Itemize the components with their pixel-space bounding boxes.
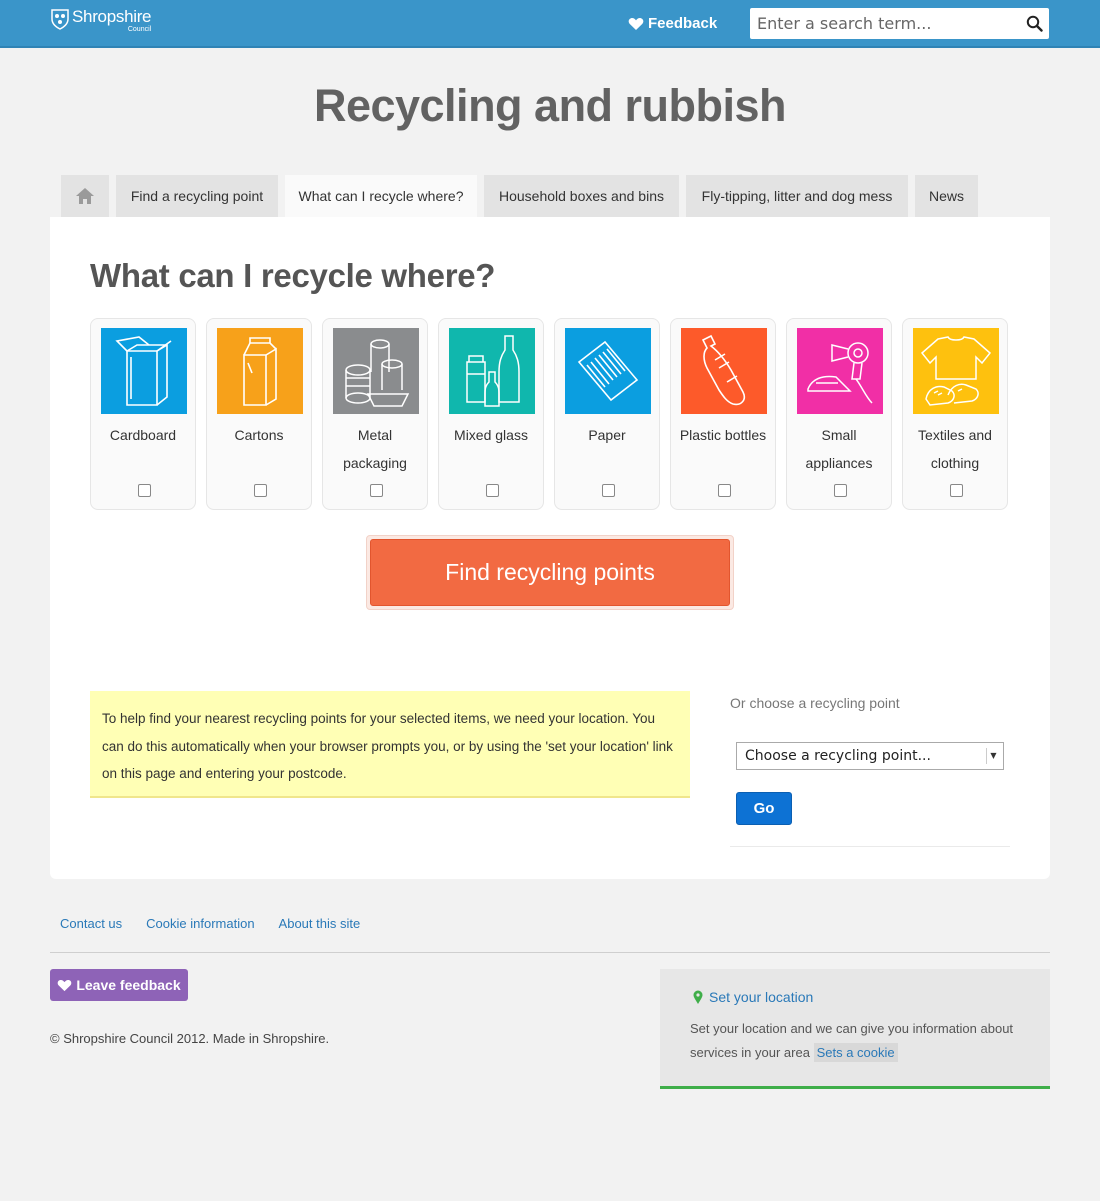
section-title: What can I recycle where? [90, 257, 496, 294]
checkbox-cartons[interactable] [254, 484, 267, 497]
textiles-clothing-tile [913, 328, 999, 414]
glass-bottles-icon [466, 335, 520, 407]
item-label: Mixed glass [454, 427, 528, 443]
item-cartons[interactable]: Cartons [206, 318, 312, 510]
checkbox-cardboard[interactable] [138, 484, 151, 497]
checkbox-mixed-glass[interactable] [486, 484, 499, 497]
logo-subtext: Council [127, 26, 152, 33]
item-label: Small appliances [805, 427, 873, 471]
main-card: What can I recycle where? Cardboard Cart… [50, 217, 1050, 879]
mixed-glass-tile [449, 328, 535, 414]
contact-us-link[interactable]: Contact us [60, 916, 122, 931]
search-box [750, 8, 1049, 39]
recycling-point-select[interactable]: Choose a recycling point... ▼ [736, 742, 1004, 770]
find-button-frame: Find recycling points [366, 535, 734, 610]
select-value: Choose a recycling point... [745, 748, 931, 764]
feedback-link[interactable]: Feedback [628, 15, 717, 32]
set-location-description: Set your location and we can give you in… [690, 1017, 1035, 1065]
item-cardboard[interactable]: Cardboard [90, 318, 196, 510]
item-mixed-glass[interactable]: Mixed glass [438, 318, 544, 510]
set-location-panel: Set your location Set your location and … [660, 969, 1050, 1089]
appliances-icon [807, 342, 873, 404]
about-this-site-link[interactable]: About this site [279, 916, 361, 931]
item-label: Textiles and clothing [918, 427, 992, 471]
choose-recycling-point-label: Or choose a recycling point [730, 695, 900, 711]
section-tabs: Find a recycling point What can I recycl… [61, 175, 985, 217]
location-notice: To help find your nearest recycling poin… [90, 691, 690, 798]
plastic-bottles-tile [681, 328, 767, 414]
clothing-icon [920, 336, 992, 406]
item-label: Plastic bottles [679, 427, 767, 443]
footer-links: Contact us Cookie information About this… [60, 916, 384, 931]
item-small-appliances[interactable]: Small appliances [786, 318, 892, 510]
tab-find-recycling-point[interactable]: Find a recycling point [116, 175, 278, 217]
small-appliances-tile [797, 328, 883, 414]
item-label: Cartons [234, 427, 284, 443]
paper-icon [577, 340, 639, 402]
top-bar: Shropshire Council Feedback [0, 0, 1100, 48]
cookie-information-link[interactable]: Cookie information [146, 916, 254, 931]
leave-feedback-button[interactable]: Leave feedback [50, 969, 188, 1001]
divider [730, 846, 1010, 847]
heart-icon [58, 979, 72, 991]
checkbox-plastic-bottles[interactable] [718, 484, 731, 497]
copyright: © Shropshire Council 2012. Made in Shrop… [50, 1031, 330, 1046]
tab-household-boxes[interactable]: Household boxes and bins [484, 175, 679, 217]
checkbox-metal-packaging[interactable] [370, 484, 383, 497]
footer-divider [50, 952, 1050, 953]
cardboard-box-icon [115, 336, 172, 406]
logo-text: Shropshire [72, 7, 152, 26]
plastic-bottle-icon [701, 334, 746, 406]
council-crest-icon [51, 9, 69, 30]
sets-cookie-link[interactable]: Sets a cookie [813, 1043, 898, 1062]
tab-news[interactable]: News [915, 175, 978, 217]
item-label: Cardboard [109, 427, 177, 443]
search-icon[interactable] [1026, 15, 1043, 32]
go-button[interactable]: Go [736, 792, 792, 825]
home-icon [76, 188, 94, 204]
carton-icon [243, 337, 277, 406]
checkbox-textiles-clothing[interactable] [950, 484, 963, 497]
item-textiles-clothing[interactable]: Textiles and clothing [902, 318, 1008, 510]
set-location-label: Set your location [709, 989, 814, 1005]
cardboard-tile [101, 328, 187, 414]
checkbox-paper[interactable] [602, 484, 615, 497]
tab-home[interactable] [61, 175, 109, 217]
item-metal-packaging[interactable]: Metal packaging [322, 318, 428, 510]
set-location-link[interactable]: Set your location [693, 989, 813, 1005]
map-pin-icon [693, 990, 703, 1004]
checkbox-small-appliances[interactable] [834, 484, 847, 497]
item-label: Paper [588, 427, 626, 443]
item-plastic-bottles[interactable]: Plastic bottles [670, 318, 776, 510]
cartons-tile [217, 328, 303, 414]
leave-feedback-label: Leave feedback [76, 977, 181, 993]
metal-packaging-tile [333, 328, 419, 414]
recycle-items: Cardboard Cartons Metal packaging Mixed … [90, 318, 1018, 510]
find-recycling-points-button[interactable]: Find recycling points [370, 539, 730, 606]
shropshire-council-logo[interactable]: Shropshire Council [50, 7, 152, 33]
dropdown-arrow-icon: ▼ [986, 748, 1000, 764]
tab-what-can-i-recycle[interactable]: What can I recycle where? [285, 175, 477, 217]
cans-icon [345, 339, 410, 407]
page-title: Recycling and rubbish [313, 80, 787, 131]
feedback-label: Feedback [648, 15, 718, 32]
tab-fly-tipping[interactable]: Fly-tipping, litter and dog mess [686, 175, 908, 217]
search-input[interactable] [750, 8, 1010, 39]
item-paper[interactable]: Paper [554, 318, 660, 510]
paper-tile [565, 328, 651, 414]
heart-icon [628, 17, 644, 30]
item-label: Metal packaging [343, 427, 407, 471]
